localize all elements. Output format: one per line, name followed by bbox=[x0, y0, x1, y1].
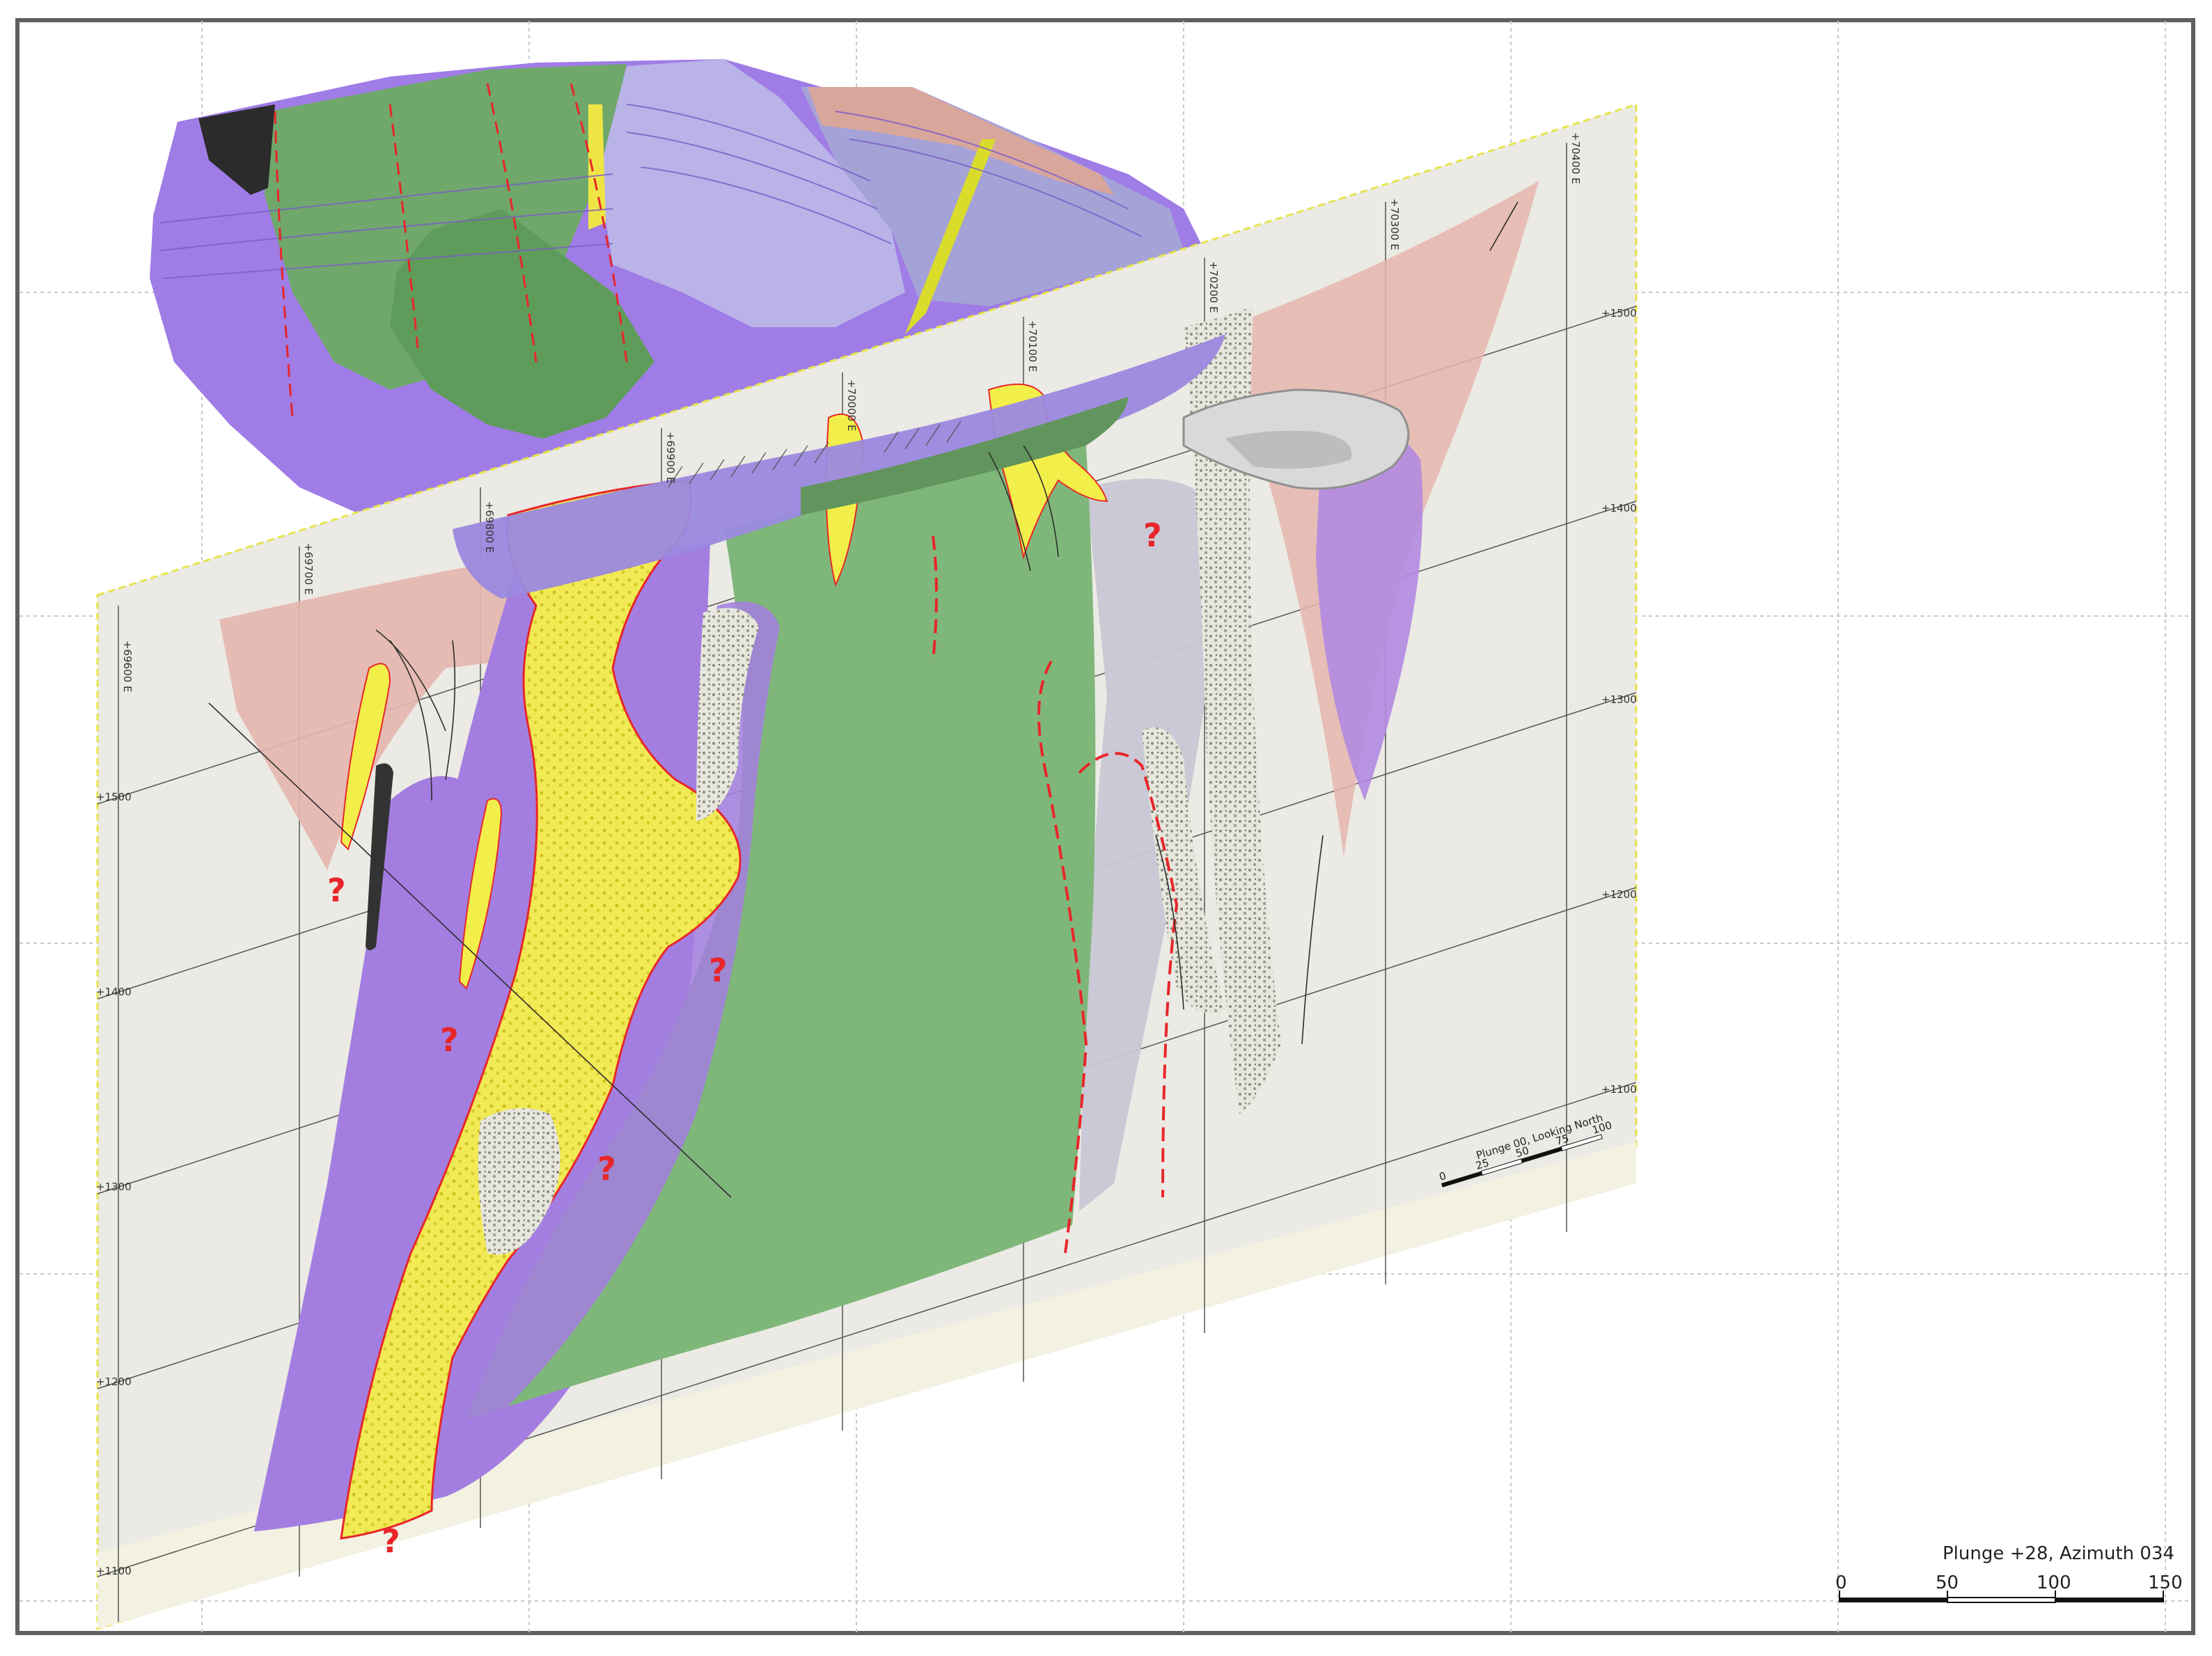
elevation-label: +1300 bbox=[96, 1181, 132, 1193]
easting-label: +69700 E bbox=[302, 543, 315, 595]
elevation-label: +1500 bbox=[1601, 307, 1637, 320]
elevation-label: +1300 bbox=[1601, 693, 1637, 706]
uncertainty-marker: ? bbox=[597, 1150, 616, 1188]
scale-bar-tick: 0 bbox=[1835, 1572, 1847, 1593]
easting-label: +70200 E bbox=[1207, 261, 1220, 313]
uncertainty-marker: ? bbox=[382, 1522, 400, 1560]
view-orientation-label: Plunge +28, Azimuth 034 bbox=[1943, 1543, 2174, 1564]
uncertainty-marker: ? bbox=[440, 1021, 459, 1059]
geology-diagram: ? ? ? ? ? ? +69600 E +69700 E +69800 E +… bbox=[19, 21, 2192, 1632]
easting-label: +69900 E bbox=[664, 432, 677, 484]
easting-label: +70400 E bbox=[1569, 132, 1582, 184]
uncertainty-marker: ? bbox=[1143, 516, 1162, 554]
easting-label: +70100 E bbox=[1026, 320, 1039, 372]
uncertainty-marker: ? bbox=[327, 872, 346, 909]
easting-label: +69800 E bbox=[483, 501, 496, 553]
main-scale-bar: Plunge +28, Azimuth 034 0 50 100 150 bbox=[1835, 1543, 2183, 1603]
elevation-label: +1500 bbox=[96, 791, 132, 803]
scale-bar-tick: 150 bbox=[2148, 1572, 2183, 1593]
scale-bar-segment bbox=[1947, 1597, 2056, 1603]
scale-bar-segment bbox=[2055, 1598, 2163, 1602]
easting-label: +69600 E bbox=[121, 640, 134, 693]
elevation-label: +1200 bbox=[1601, 888, 1637, 901]
elevation-label: +1100 bbox=[96, 1565, 132, 1577]
easting-label: +70300 E bbox=[1388, 198, 1401, 251]
elevation-label: +1100 bbox=[1601, 1083, 1637, 1096]
scale-bar-tick: 50 bbox=[1936, 1572, 1959, 1593]
elevation-label: +1400 bbox=[1601, 502, 1637, 514]
elevation-label: +1200 bbox=[96, 1375, 132, 1388]
elevation-label: +1400 bbox=[96, 986, 132, 998]
scale-bar-segment bbox=[1840, 1598, 1947, 1602]
easting-label: +70000 E bbox=[845, 379, 858, 432]
uncertainty-marker: ? bbox=[709, 952, 728, 989]
scale-bar-tick: 100 bbox=[2037, 1572, 2071, 1593]
